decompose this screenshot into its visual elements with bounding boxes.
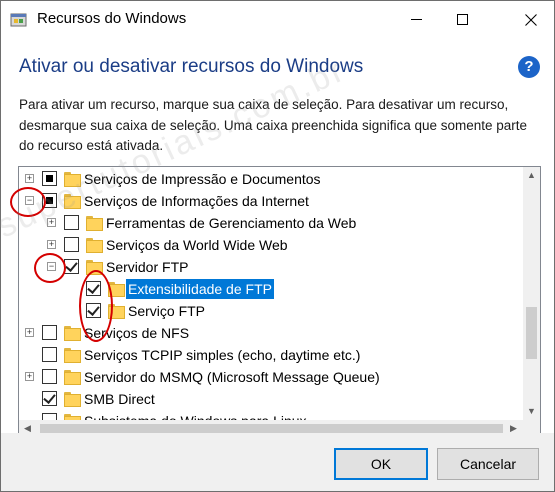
tree-item-label[interactable]: Ferramentas de Gerenciamento da Web bbox=[104, 213, 358, 233]
tree-item-label[interactable]: Servidor do MSMQ (Microsoft Message Queu… bbox=[82, 367, 382, 387]
dialog-heading: Ativar ou desativar recursos do Windows bbox=[19, 56, 364, 77]
tree-item[interactable]: + Servidor do MSMQ (Microsoft Message Que… bbox=[19, 366, 522, 388]
close-button[interactable] bbox=[508, 1, 554, 38]
annotation-circle-ftp-checkboxes bbox=[79, 270, 113, 342]
feature-checkbox[interactable] bbox=[64, 259, 79, 274]
feature-checkbox[interactable] bbox=[42, 171, 57, 186]
windows-features-icon bbox=[10, 13, 27, 27]
minimize-icon bbox=[410, 19, 422, 20]
tree-item-label[interactable]: Serviços de Impressão e Documentos bbox=[82, 169, 323, 189]
tree-item-label[interactable]: Serviços de Informações da Internet bbox=[82, 191, 311, 211]
expand-icon[interactable]: + bbox=[47, 240, 56, 249]
close-icon bbox=[525, 13, 537, 26]
tree-item-label[interactable]: Extensibilidade de FTP bbox=[125, 278, 275, 300]
folder-icon bbox=[64, 348, 81, 363]
windows-features-dialog: Recursos do Windows Ativar ou desativar … bbox=[0, 0, 555, 492]
expand-icon[interactable]: + bbox=[47, 218, 56, 227]
folder-icon bbox=[86, 238, 103, 253]
folder-icon bbox=[64, 326, 81, 341]
annotation-circle-ftp-expander bbox=[34, 253, 66, 283]
scroll-down-arrow-icon[interactable]: ▼ bbox=[523, 403, 540, 420]
feature-checkbox[interactable] bbox=[42, 347, 57, 362]
tree-item[interactable]: + Serviços da World Wide Web bbox=[19, 234, 522, 256]
feature-checkbox[interactable] bbox=[64, 215, 79, 230]
folder-icon bbox=[64, 172, 81, 187]
feature-checkbox[interactable] bbox=[42, 391, 57, 406]
window-title: Recursos do Windows bbox=[37, 10, 187, 27]
expand-icon[interactable]: + bbox=[25, 174, 34, 183]
vertical-scroll-thumb[interactable] bbox=[526, 307, 537, 359]
folder-icon bbox=[64, 370, 81, 385]
feature-checkbox[interactable] bbox=[42, 369, 57, 384]
maximize-button[interactable] bbox=[439, 1, 485, 38]
annotation-circle-iis-expander bbox=[10, 187, 46, 217]
tree-item-label[interactable]: Servidor FTP bbox=[104, 257, 190, 277]
tree-item[interactable]: SMB Direct bbox=[19, 388, 522, 410]
ok-button[interactable]: OK bbox=[334, 448, 428, 480]
minimize-button[interactable] bbox=[393, 1, 439, 38]
instructions-text: Para ativar um recurso, marque sua caixa… bbox=[19, 97, 528, 153]
tree-item[interactable]: − Serviços de Informações da Internet bbox=[19, 190, 522, 212]
title-bar[interactable]: Recursos do Windows bbox=[1, 1, 554, 38]
folder-icon bbox=[64, 392, 81, 407]
feature-checkbox[interactable] bbox=[42, 325, 57, 340]
cancel-button[interactable]: Cancelar bbox=[437, 448, 539, 480]
scroll-up-arrow-icon[interactable]: ▲ bbox=[523, 167, 540, 184]
tree-item-label[interactable]: Serviços da World Wide Web bbox=[104, 235, 290, 255]
expand-icon[interactable]: + bbox=[25, 372, 34, 381]
maximize-icon bbox=[456, 14, 468, 25]
help-icon[interactable]: ? bbox=[518, 56, 540, 78]
tree-item-label[interactable]: Serviço FTP bbox=[126, 301, 207, 321]
tree-item-label[interactable]: Serviços TCPIP simples (echo, daytime et… bbox=[82, 345, 362, 365]
tree-item-label[interactable]: SMB Direct bbox=[82, 389, 157, 409]
feature-checkbox[interactable] bbox=[64, 237, 79, 252]
folder-icon bbox=[86, 216, 103, 231]
tree-item[interactable]: + Serviços de Impressão e Documentos bbox=[19, 168, 522, 190]
tree-item[interactable]: Serviços TCPIP simples (echo, daytime et… bbox=[19, 344, 522, 366]
expand-icon[interactable]: + bbox=[25, 328, 34, 337]
folder-icon bbox=[64, 194, 81, 209]
vertical-scrollbar[interactable]: ▲ ▼ bbox=[523, 167, 540, 420]
tree-item[interactable]: + Ferramentas de Gerenciamento da Web bbox=[19, 212, 522, 234]
